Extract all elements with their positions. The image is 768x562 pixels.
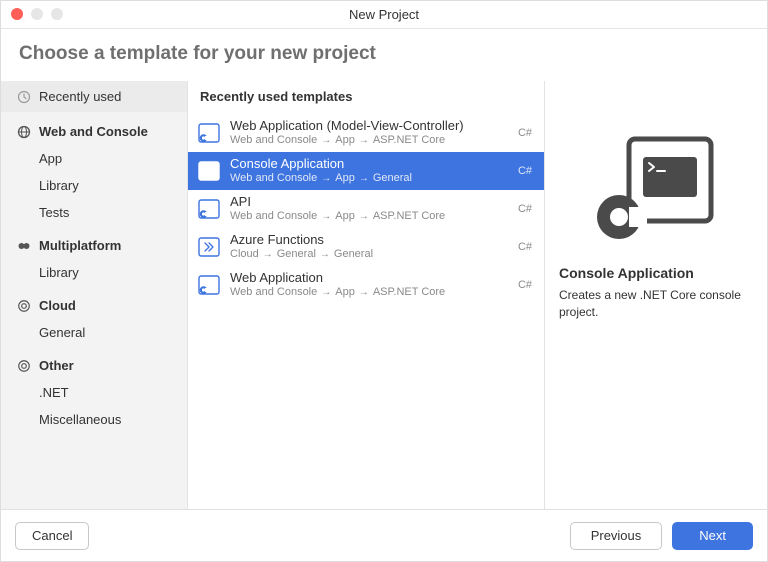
template-item[interactable]: Web ApplicationWeb and Console→App→ASP.N… — [188, 266, 544, 304]
chevron-right-icon: → — [263, 249, 273, 262]
template-language: C# — [518, 279, 534, 291]
sidebar-recently-used-label: Recently used — [39, 89, 121, 104]
app-icon — [17, 239, 31, 253]
template-title: Web Application (Model-View-Controller) — [230, 118, 508, 134]
titlebar: New Project — [1, 1, 767, 29]
template-path: Cloud→General→General — [230, 248, 508, 262]
window-title: New Project — [349, 7, 419, 22]
sidebar-item-misc[interactable]: Miscellaneous — [1, 406, 187, 433]
sidebar-group-label: Cloud — [39, 298, 76, 313]
template-icon — [198, 122, 220, 144]
chevron-right-icon: → — [359, 173, 369, 186]
template-item[interactable]: APIWeb and Console→App→ASP.NET Core C# — [188, 190, 544, 228]
template-list-panel: Recently used templates Web Application … — [187, 81, 545, 509]
sidebar-item-library-mp[interactable]: Library — [1, 259, 187, 286]
detail-description: Creates a new .NET Core console project. — [559, 287, 753, 321]
template-title: Web Application — [230, 270, 508, 286]
sidebar-group-web-console[interactable]: Web and Console — [1, 112, 187, 145]
heading-row: Choose a template for your new project — [1, 29, 767, 81]
globe-icon — [17, 125, 31, 139]
sidebar-item-library[interactable]: Library — [1, 172, 187, 199]
cloud-icon — [17, 299, 31, 313]
sidebar-item-tests[interactable]: Tests — [1, 199, 187, 226]
template-title: Console Application — [230, 156, 508, 172]
template-icon — [198, 274, 220, 296]
previous-button[interactable]: Previous — [570, 522, 663, 550]
sidebar-item-dotnet[interactable]: .NET — [1, 379, 187, 406]
template-language: C# — [518, 127, 534, 139]
template-path: Web and Console→App→ASP.NET Core — [230, 134, 508, 148]
chevron-right-icon: → — [320, 249, 330, 262]
template-text: Azure FunctionsCloud→General→General — [230, 232, 508, 262]
other-icon — [17, 359, 31, 373]
template-language: C# — [518, 241, 534, 253]
sidebar-item-app[interactable]: App — [1, 145, 187, 172]
template-icon — [198, 198, 220, 220]
clock-icon — [17, 90, 31, 104]
template-text: Web ApplicationWeb and Console→App→ASP.N… — [230, 270, 508, 300]
close-window-icon[interactable] — [11, 8, 23, 20]
chevron-right-icon: → — [321, 173, 331, 186]
template-text: Console ApplicationWeb and Console→App→G… — [230, 156, 508, 186]
detail-illustration — [559, 101, 753, 265]
template-path: Web and Console→App→ASP.NET Core — [230, 286, 508, 300]
sidebar-group-other[interactable]: Other — [1, 346, 187, 379]
sidebar-group-label: Multiplatform — [39, 238, 121, 253]
template-path: Web and Console→App→ASP.NET Core — [230, 210, 508, 224]
sidebar-group-label: Other — [39, 358, 74, 373]
template-text: APIWeb and Console→App→ASP.NET Core — [230, 194, 508, 224]
template-item[interactable]: Web Application (Model-View-Controller)W… — [188, 114, 544, 152]
detail-title: Console Application — [559, 265, 694, 281]
sidebar: Recently used Web and Console App Librar… — [1, 81, 187, 509]
sidebar-group-label: Web and Console — [39, 124, 148, 139]
template-icon — [198, 160, 220, 182]
zoom-window-icon — [51, 8, 63, 20]
template-language: C# — [518, 165, 534, 177]
template-list-heading: Recently used templates — [188, 81, 544, 114]
cancel-button[interactable]: Cancel — [15, 522, 89, 550]
chevron-right-icon: → — [359, 287, 369, 300]
page-title: Choose a template for your new project — [19, 43, 749, 65]
template-title: Azure Functions — [230, 232, 508, 248]
template-item[interactable]: Azure FunctionsCloud→General→General C# — [188, 228, 544, 266]
chevron-right-icon: → — [359, 211, 369, 224]
sidebar-item-general[interactable]: General — [1, 319, 187, 346]
sidebar-recently-used[interactable]: Recently used — [1, 81, 187, 112]
template-icon — [198, 236, 220, 258]
minimize-window-icon — [31, 8, 43, 20]
next-button[interactable]: Next — [672, 522, 753, 550]
sidebar-group-cloud[interactable]: Cloud — [1, 286, 187, 319]
template-list: Web Application (Model-View-Controller)W… — [188, 114, 544, 304]
template-text: Web Application (Model-View-Controller)W… — [230, 118, 508, 148]
footer: Cancel Previous Next — [1, 509, 767, 561]
template-path: Web and Console→App→General — [230, 172, 508, 186]
chevron-right-icon: → — [321, 211, 331, 224]
window-controls — [11, 8, 63, 20]
template-title: API — [230, 194, 508, 210]
content: Recently used Web and Console App Librar… — [1, 81, 767, 509]
chevron-right-icon: → — [359, 135, 369, 148]
template-language: C# — [518, 203, 534, 215]
sidebar-group-multiplatform[interactable]: Multiplatform — [1, 226, 187, 259]
detail-panel: Console Application Creates a new .NET C… — [545, 81, 767, 509]
chevron-right-icon: → — [321, 135, 331, 148]
chevron-right-icon: → — [321, 287, 331, 300]
template-item[interactable]: Console ApplicationWeb and Console→App→G… — [188, 152, 544, 190]
